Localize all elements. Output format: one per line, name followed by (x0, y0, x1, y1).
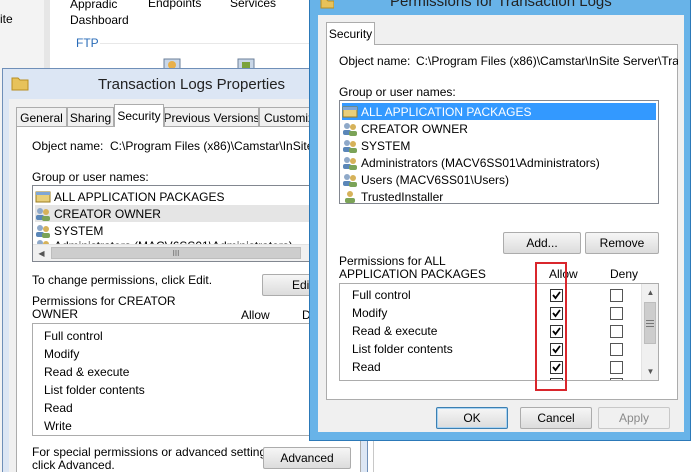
object-name-label: Object name: (339, 54, 411, 68)
security-tab-panel: Object name: C:\Program Files (x86)\Cams… (326, 44, 678, 400)
groups-label: Group or user names: (32, 170, 149, 184)
tab-general[interactable]: General (16, 107, 67, 127)
group-name: SYSTEM (54, 223, 104, 238)
list-item[interactable]: Users (MACV6SS01\Users) (342, 171, 509, 188)
allow-column-highlight (535, 262, 567, 391)
list-item[interactable]: Administrators (MACV6SS01\Administrators… (342, 154, 600, 171)
package-icon (35, 191, 51, 202)
permissions-dialog-body: Security Object name: C:\Program Files (… (318, 15, 684, 432)
deny-checkbox[interactable] (610, 378, 623, 380)
horizontal-scrollbar[interactable]: ◀ III (33, 244, 321, 261)
users-icon (36, 224, 50, 238)
permission-name: Full control (352, 288, 411, 302)
users-icon (343, 122, 357, 136)
permission-name: Modify (44, 347, 80, 361)
permission-name: Full control (44, 329, 103, 343)
folder-icon (320, 0, 334, 9)
remove-button[interactable]: Remove (585, 232, 659, 254)
list-item[interactable]: TrustedInstaller (342, 188, 444, 204)
tab-security[interactable]: Security (326, 22, 375, 45)
scroll-thumb[interactable]: III (51, 247, 301, 259)
group-name: ALL APPLICATION PACKAGES (361, 104, 532, 119)
deny-checkbox[interactable] (610, 307, 623, 320)
properties-window-title: Transaction Logs Properties (98, 76, 286, 93)
allow-header: Allow (241, 308, 270, 322)
nav-item-text[interactable]: ite (0, 12, 13, 26)
deny-checkbox[interactable] (610, 325, 623, 338)
permission-name: List folder contents (352, 342, 453, 356)
permissions-for-label: Permissions for CREATOR OWNER (32, 294, 176, 321)
permission-name: Write (44, 419, 72, 433)
users-icon (343, 139, 357, 153)
list-item[interactable]: SYSTEM (35, 222, 103, 239)
permission-name: Read (352, 360, 381, 374)
section-divider (100, 43, 310, 44)
list-item[interactable]: ALL APPLICATION PACKAGES (35, 188, 225, 205)
group-name: CREATOR OWNER (54, 206, 161, 221)
permissions-for-label: Permissions for ALL APPLICATION PACKAGES (339, 254, 486, 281)
object-name-value: C:\Program Files (x86)\Camstar\InSite Se… (416, 54, 678, 68)
groups-label: Group or user names: (339, 85, 456, 99)
tab-sharing[interactable]: Sharing (67, 107, 114, 127)
permission-name: Read (44, 401, 73, 415)
users-icon (343, 156, 357, 170)
group-name: Users (MACV6SS01\Users) (361, 172, 510, 187)
object-name-value: C:\Program Files (x86)\Camstar\InSite Se… (110, 139, 310, 153)
tab-security[interactable]: Security (114, 104, 164, 127)
permissions-list: Full control Modify Read & execute List … (32, 323, 322, 436)
permission-name: Modify (352, 306, 388, 320)
special-permissions-hint: For special permissions or advanced sett… (32, 445, 276, 472)
permission-name: Read & execute (352, 324, 438, 338)
user-icon (345, 190, 355, 203)
group-name: CREATOR OWNER (361, 121, 468, 136)
object-name-label: Object name: (32, 139, 104, 153)
permissions-list: Full control Modify Read & execute List … (339, 283, 659, 381)
grip-icon (646, 319, 654, 327)
cancel-button[interactable]: Cancel (520, 407, 592, 429)
users-icon (343, 173, 357, 187)
bg-item-dashboard[interactable]: Appradic Dashboard (70, 0, 129, 28)
bg-item-services[interactable]: Services (230, 0, 276, 10)
bg-item-endpoints[interactable]: Endpoints (148, 0, 201, 10)
permissions-dialog: Permissions for Transaction Logs Securit… (309, 0, 691, 441)
list-item-selected[interactable]: ALL APPLICATION PACKAGES (342, 103, 656, 120)
bg-section-ftp: FTP (76, 36, 99, 50)
ok-button[interactable]: OK (436, 407, 508, 429)
vertical-scrollbar[interactable]: ▲ ▼ (641, 284, 658, 380)
list-item-selected[interactable]: CREATOR OWNER (35, 205, 320, 222)
scroll-down-icon[interactable]: ▼ (642, 363, 658, 380)
folder-icon (11, 77, 29, 91)
scroll-up-icon[interactable]: ▲ (642, 284, 658, 301)
change-permissions-hint: To change permissions, click Edit. (32, 273, 213, 287)
permission-name: List folder contents (44, 383, 145, 397)
deny-checkbox[interactable] (610, 289, 623, 302)
add-button[interactable]: Add... (503, 232, 581, 254)
deny-checkbox[interactable] (610, 343, 623, 356)
tab-previous-versions[interactable]: Previous Versions (164, 107, 259, 127)
permission-name: Read & execute (44, 365, 130, 379)
group-name: SYSTEM (361, 138, 411, 153)
group-name: Administrators (MACV6SS01\Administrators… (361, 155, 600, 170)
scroll-left-icon[interactable]: ◀ (33, 245, 50, 261)
group-name: ALL APPLICATION PACKAGES (54, 189, 225, 204)
scroll-thumb-grip: III (172, 248, 180, 258)
group-name: TrustedInstaller (361, 189, 444, 204)
apply-button[interactable]: Apply (598, 407, 670, 429)
bg-divider-line (373, 440, 374, 472)
package-icon (342, 106, 358, 117)
list-item[interactable]: SYSTEM (342, 137, 410, 154)
groups-listbox[interactable]: ALL APPLICATION PACKAGES CREATOR OWNER S… (32, 185, 322, 262)
groups-listbox[interactable]: ALL APPLICATION PACKAGES CREATOR OWNER S… (339, 100, 659, 204)
advanced-button[interactable]: Advanced (263, 447, 351, 469)
list-item[interactable]: CREATOR OWNER (342, 120, 468, 137)
scroll-thumb[interactable] (644, 302, 656, 344)
users-icon (36, 207, 50, 221)
deny-header: Deny (610, 267, 639, 281)
deny-checkbox[interactable] (610, 361, 623, 374)
permissions-dialog-title: Permissions for Transaction Logs (390, 0, 612, 10)
